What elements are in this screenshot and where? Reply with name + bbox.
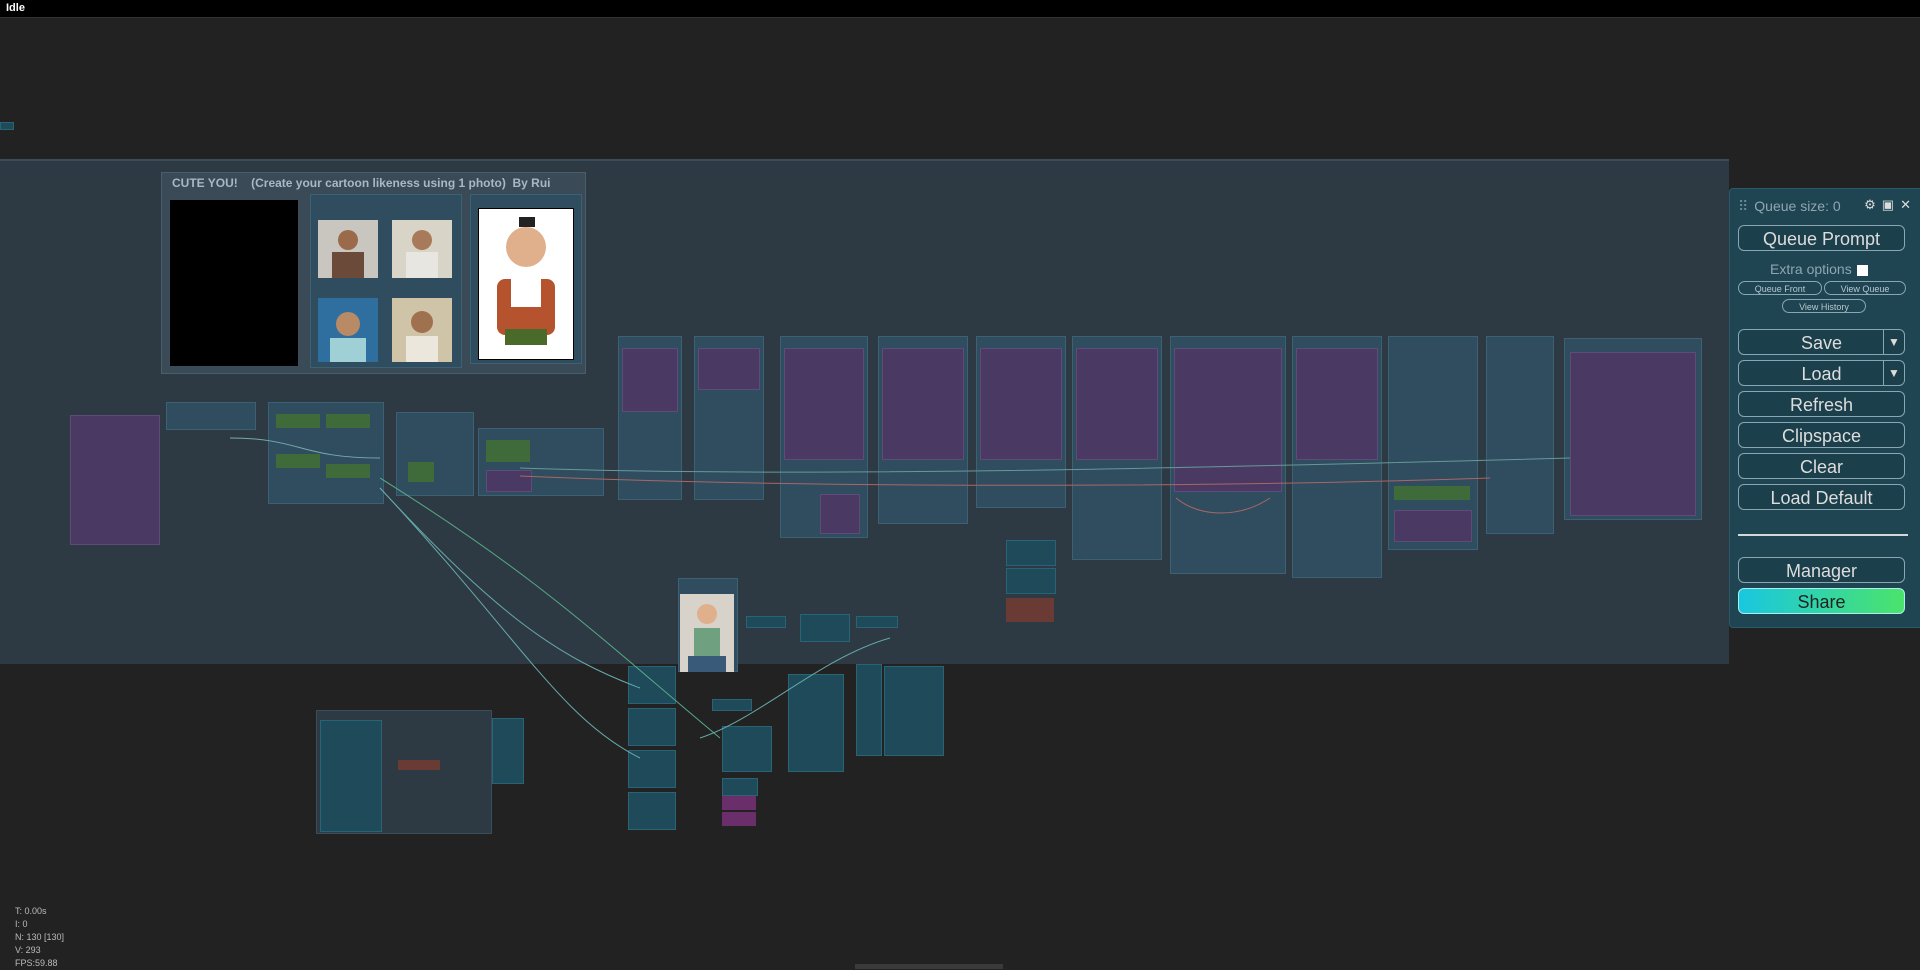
- refresh-button[interactable]: Refresh: [1738, 391, 1905, 417]
- manager-button[interactable]: Manager: [1738, 557, 1905, 583]
- stats-panel: T: 0.00s I: 0 N: 130 [130] V: 293 FPS:59…: [15, 905, 64, 970]
- close-icon[interactable]: ✕: [1900, 197, 1911, 212]
- save-label: Save: [1800, 333, 1843, 353]
- queue-header: ⠿ Queue size: 0: [1738, 198, 1841, 215]
- image-icon[interactable]: ▣: [1882, 197, 1894, 212]
- queue-prompt-button[interactable]: Queue Prompt: [1738, 225, 1905, 251]
- chevron-down-icon[interactable]: ▼: [1883, 330, 1904, 354]
- status-bar: Idle: [0, 0, 1920, 18]
- queue-front-button[interactable]: Queue Front: [1738, 281, 1822, 295]
- stat-nodes: N: 130 [130]: [15, 932, 65, 942]
- clipspace-button[interactable]: Clipspace: [1738, 422, 1905, 448]
- load-label: Load: [1801, 364, 1842, 384]
- share-button[interactable]: Share: [1738, 588, 1905, 614]
- horizontal-scrollbar[interactable]: [855, 964, 1003, 969]
- graph-canvas[interactable]: CUTE YOU! (Create your cartoon likeness …: [0, 18, 1920, 969]
- stat-iterations: I: 0: [15, 919, 28, 929]
- drag-handle-icon[interactable]: ⠿: [1738, 198, 1748, 214]
- gear-icon[interactable]: ⚙: [1864, 197, 1876, 212]
- stat-fps: FPS:59.88: [15, 958, 58, 968]
- node-links: [229, 437, 1571, 759]
- view-history-button[interactable]: View History: [1782, 299, 1866, 313]
- stat-vertices: V: 293: [15, 945, 41, 955]
- extra-options: Extra options: [1770, 261, 1868, 277]
- stat-time: T: 0.00s: [15, 906, 47, 916]
- panel-divider: [1738, 534, 1908, 536]
- load-button[interactable]: Load ▼: [1738, 360, 1905, 386]
- extra-options-checkbox[interactable]: [1856, 264, 1868, 276]
- clear-button[interactable]: Clear: [1738, 453, 1905, 479]
- queue-panel: ⠿ Queue size: 0 ⚙ ▣ ✕ Queue Prompt Extra op…: [1729, 188, 1920, 628]
- view-queue-button[interactable]: View Queue: [1824, 281, 1906, 295]
- extra-options-label: Extra options: [1770, 261, 1852, 277]
- status-text: Idle: [6, 2, 25, 14]
- queue-size: Queue size: 0: [1754, 198, 1841, 214]
- save-button[interactable]: Save ▼: [1738, 329, 1905, 355]
- chevron-down-icon[interactable]: ▼: [1883, 361, 1904, 385]
- load-default-button[interactable]: Load Default: [1738, 484, 1905, 510]
